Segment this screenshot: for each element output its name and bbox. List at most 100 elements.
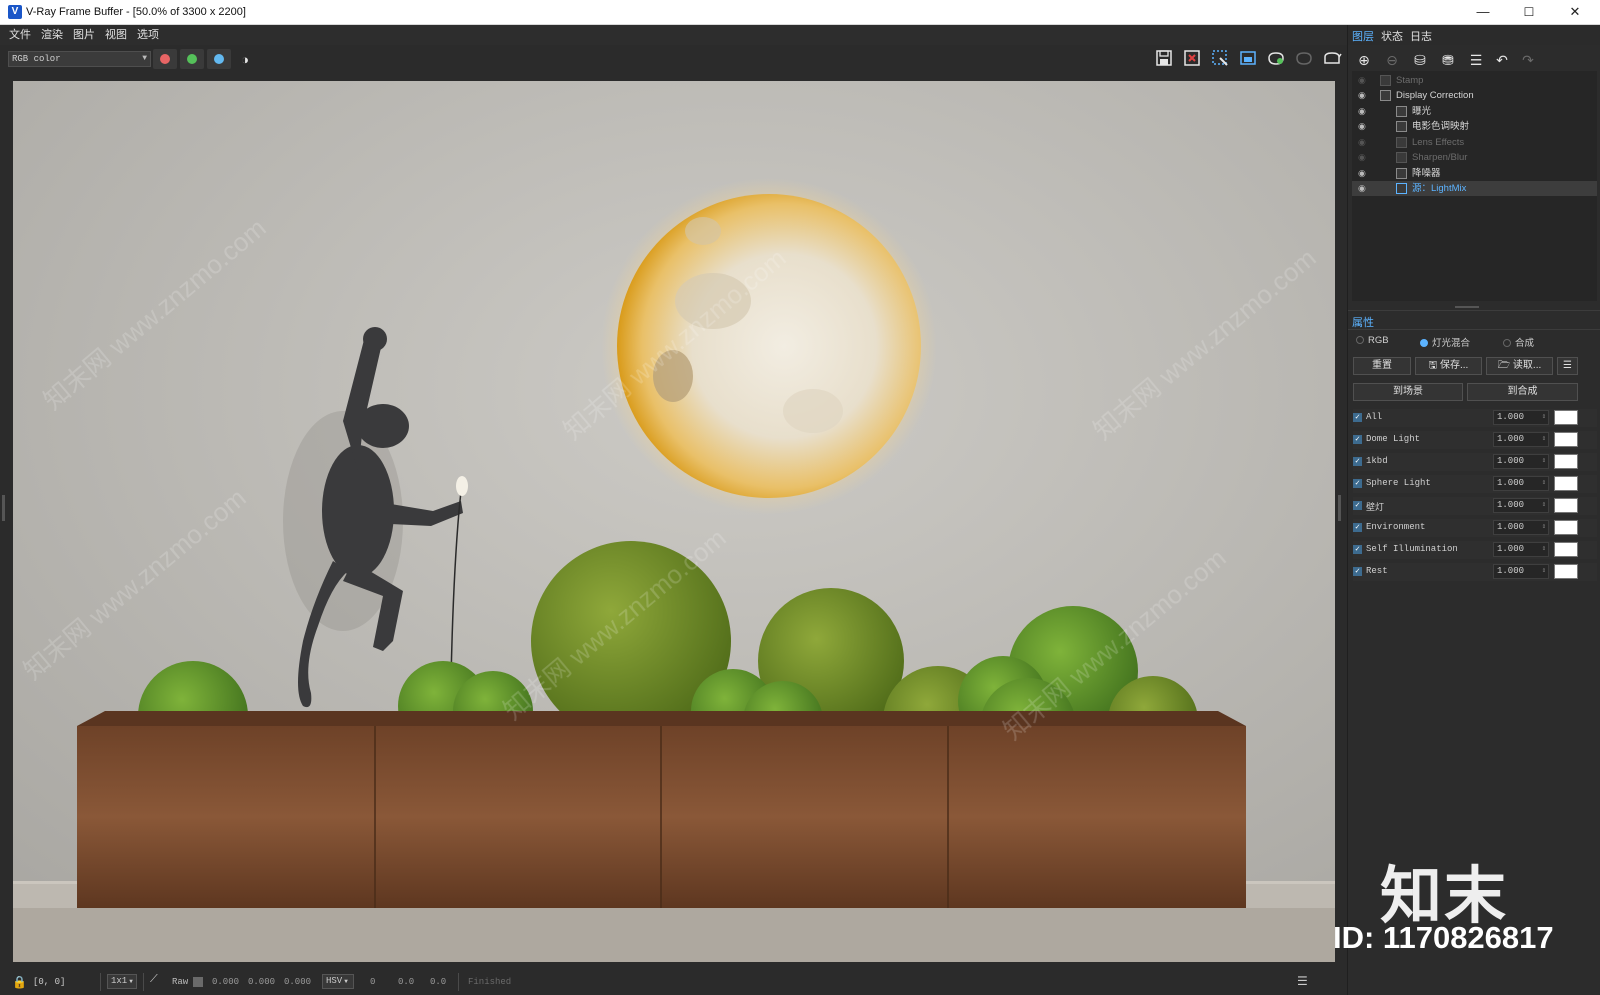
color-swatch[interactable] — [1554, 476, 1578, 491]
color-swatch[interactable] — [1554, 454, 1578, 469]
left-panel-handle[interactable] — [2, 495, 5, 521]
tab-layers[interactable]: 图层 — [1352, 28, 1374, 44]
redo-icon[interactable]: ↷ — [1516, 50, 1540, 70]
right-panel-handle[interactable] — [1338, 495, 1341, 521]
color-swatch[interactable] — [1554, 542, 1578, 557]
minimize-button[interactable]: — — [1460, 0, 1506, 24]
intensity-spinner[interactable]: 1.000 ⇕ — [1493, 410, 1549, 425]
spinner-arrows-icon[interactable]: ⇕ — [1542, 565, 1546, 578]
layer-tree: ◉ Stamp ◉ Display Correction ◉ 曝光 ◉ 电影色调… — [1352, 71, 1597, 301]
remove-layer-icon[interactable]: ⊖ — [1380, 50, 1404, 70]
layer-lens-effects[interactable]: ◉ Lens Effects — [1352, 135, 1597, 150]
menu-file[interactable]: 文件 — [4, 25, 36, 45]
to-composite-button[interactable]: 到合成 — [1467, 383, 1578, 401]
menu-image[interactable]: 图片 — [68, 25, 100, 45]
close-button[interactable]: ✕ — [1552, 0, 1598, 24]
tab-log[interactable]: 日志 — [1410, 28, 1432, 44]
channel-select[interactable]: RGB color ▼ — [8, 51, 151, 67]
pick-color-icon[interactable]: ⟋ — [150, 974, 158, 986]
spinner-arrows-icon[interactable]: ⇕ — [1542, 521, 1546, 534]
color-swatch[interactable] — [1554, 520, 1578, 535]
panel-toggle-icon[interactable]: ☰ — [1297, 974, 1308, 989]
track-mouse-icon[interactable] — [1237, 49, 1259, 71]
layer-label: Stamp — [1396, 75, 1424, 86]
layer-filmic-tonemap[interactable]: ◉ 电影色调映射 — [1352, 119, 1597, 134]
layer-denoiser[interactable]: ◉ 降噪器 — [1352, 166, 1597, 181]
save-button[interactable]: 🖫 保存... — [1415, 357, 1482, 375]
color-swatch[interactable] — [1554, 410, 1578, 425]
menu-view[interactable]: 视图 — [100, 25, 132, 45]
mono-channel-icon[interactable]: ◑ — [234, 49, 256, 71]
load-button[interactable]: 🗁 读取... — [1486, 357, 1553, 375]
spinner-arrows-icon[interactable]: ⇕ — [1542, 477, 1546, 490]
intensity-spinner[interactable]: 1.000 ⇕ — [1493, 498, 1549, 513]
teapot-icon[interactable] — [1321, 49, 1343, 71]
zoom-select[interactable]: 1x1 ▼ — [107, 974, 137, 989]
lightmix-menu-button[interactable]: ☰ — [1557, 357, 1578, 375]
region-render-icon[interactable] — [1209, 49, 1231, 71]
color-swatch[interactable] — [1554, 432, 1578, 447]
color-swatch[interactable] — [1554, 498, 1578, 513]
mode-composite-radio[interactable]: 合成 — [1503, 335, 1534, 349]
pixel-coords: [0, 0] — [33, 977, 66, 987]
save-layers-icon[interactable]: ⛁ — [1408, 50, 1432, 70]
lightmix-row-1kbd: ✓ 1kbd 1.000 ⇕ — [1353, 453, 1597, 471]
add-layer-icon[interactable]: ⊕ — [1352, 50, 1376, 70]
row-checkbox[interactable]: ✓ — [1353, 435, 1362, 444]
render-icon[interactable] — [1265, 49, 1287, 71]
layer-stamp[interactable]: ◉ Stamp — [1352, 73, 1597, 88]
eye-icon[interactable]: ◉ — [1358, 181, 1366, 196]
tab-stats[interactable]: 状态 — [1381, 28, 1403, 44]
spinner-arrows-icon[interactable]: ⇕ — [1542, 411, 1546, 424]
spinner-arrows-icon[interactable]: ⇕ — [1542, 433, 1546, 446]
layer-list-icon[interactable]: ☰ — [1464, 50, 1488, 70]
row-checkbox[interactable]: ✓ — [1353, 479, 1362, 488]
lock-icon[interactable]: 🔒 — [12, 975, 27, 990]
eye-icon[interactable]: ◉ — [1358, 150, 1366, 165]
to-scene-button[interactable]: 到场景 — [1353, 383, 1463, 401]
clear-image-icon[interactable] — [1181, 49, 1203, 71]
panel-splitter[interactable] — [1455, 306, 1479, 308]
menu-render[interactable]: 渲染 — [36, 25, 68, 45]
spinner-arrows-icon[interactable]: ⇕ — [1542, 455, 1546, 468]
intensity-spinner[interactable]: 1.000 ⇕ — [1493, 542, 1549, 557]
intensity-spinner[interactable]: 1.000 ⇕ — [1493, 454, 1549, 469]
color-space-select[interactable]: HSV ▼ — [322, 974, 354, 989]
eye-icon[interactable]: ◉ — [1358, 166, 1366, 181]
eye-icon[interactable]: ◉ — [1358, 73, 1366, 88]
eye-icon[interactable]: ◉ — [1358, 88, 1366, 103]
blue-channel-button[interactable] — [207, 49, 231, 69]
eye-icon[interactable]: ◉ — [1358, 104, 1366, 119]
intensity-spinner[interactable]: 1.000 ⇕ — [1493, 432, 1549, 447]
save-icon[interactable] — [1153, 49, 1175, 71]
eye-icon[interactable]: ◉ — [1358, 119, 1366, 134]
row-checkbox[interactable]: ✓ — [1353, 567, 1362, 576]
render-interactive-icon[interactable] — [1293, 49, 1315, 71]
row-checkbox[interactable]: ✓ — [1353, 545, 1362, 554]
color-swatch[interactable] — [1554, 564, 1578, 579]
intensity-spinner[interactable]: 1.000 ⇕ — [1493, 564, 1549, 579]
maximize-button[interactable]: ☐ — [1506, 0, 1552, 24]
mode-rgb-radio[interactable]: RGB — [1356, 335, 1389, 346]
intensity-spinner[interactable]: 1.000 ⇕ — [1493, 520, 1549, 535]
spinner-arrows-icon[interactable]: ⇕ — [1542, 499, 1546, 512]
spinner-arrows-icon[interactable]: ⇕ — [1542, 543, 1546, 556]
layer-sharpen-blur[interactable]: ◉ Sharpen/Blur — [1352, 150, 1597, 165]
render-viewport[interactable]: 知末网 www.znzmo.com 知末网 www.znzmo.com 知末网 … — [13, 81, 1335, 962]
row-checkbox[interactable]: ✓ — [1353, 501, 1362, 510]
mode-lightmix-radio[interactable]: 灯光混合 — [1420, 335, 1470, 349]
row-checkbox[interactable]: ✓ — [1353, 413, 1362, 422]
layer-source-lightmix[interactable]: ◉ 源：LightMix — [1352, 181, 1597, 196]
red-channel-button[interactable] — [153, 49, 177, 69]
intensity-spinner[interactable]: 1.000 ⇕ — [1493, 476, 1549, 491]
layer-exposure[interactable]: ◉ 曝光 — [1352, 104, 1597, 119]
undo-icon[interactable]: ↶ — [1490, 50, 1514, 70]
menu-options[interactable]: 选项 — [132, 25, 164, 45]
row-checkbox[interactable]: ✓ — [1353, 523, 1362, 532]
eye-icon[interactable]: ◉ — [1358, 135, 1366, 150]
row-checkbox[interactable]: ✓ — [1353, 457, 1362, 466]
reset-button[interactable]: 重置 — [1353, 357, 1411, 375]
load-layers-icon[interactable]: ⛃ — [1436, 50, 1460, 70]
green-channel-button[interactable] — [180, 49, 204, 69]
layer-display-correction[interactable]: ◉ Display Correction — [1352, 88, 1597, 103]
